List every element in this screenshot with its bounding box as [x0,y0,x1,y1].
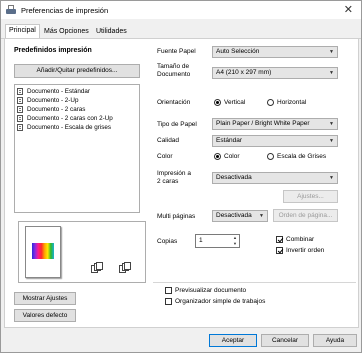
chevron-down-icon: ▼ [329,121,334,127]
color-grayscale-label: Escala de Grises [277,153,327,160]
preset-label: Documento - 2 caras [27,106,86,113]
printer-icon [6,5,16,15]
multipage-label: Multi páginas [157,213,196,220]
preset-label: Documento - Estándar [27,88,90,95]
defaults-button[interactable]: Valores defecto [14,309,76,322]
copies-label: Copias [157,238,178,245]
chevron-down-icon: ▼ [329,49,334,55]
window-title: Preferencias de impresión [21,5,109,15]
print-preferences-window: Preferencias de impresión ✕ Principal Má… [0,0,362,353]
reverse-order-checkbox[interactable] [276,247,283,254]
copies-input[interactable]: 1 ▲ ▼ [195,234,240,248]
print-preview-checkbox[interactable] [165,287,172,294]
divider [153,282,356,283]
collate-checkbox[interactable] [276,236,283,243]
document-icon [17,97,23,104]
document-icon [17,88,23,95]
duplex-settings-button[interactable]: Ajustes... [283,190,338,203]
preset-label: Documento - Escala de grises [27,124,111,131]
quality-select[interactable]: Estándar ▼ [212,135,338,147]
quality-label: Calidad [157,137,180,144]
doc-size-label-1: Tamaño de [157,63,190,70]
multipage-value: Desactivada [216,212,252,219]
job-arranger-label: Organizador simple de trabajos [175,298,266,305]
chevron-down-icon: ▼ [259,213,264,219]
document-icon [17,124,23,131]
tab-bar: Principal Más Opciones Utilidades [1,22,361,40]
list-item[interactable]: Documento - 2 caras con 2-Up [17,114,113,123]
stepper-down-icon[interactable]: ▼ [233,241,237,247]
list-item[interactable]: Documento - Escala de grises [17,123,111,132]
paper-type-label: Tipo de Papel [157,121,197,128]
print-preview-label: Previsualizar documento [175,287,247,294]
color-grayscale-radio[interactable] [267,153,274,160]
title-bar: Preferencias de impresión ✕ [1,1,361,19]
paper-type-value: Plain Paper / Bright White Paper [216,120,310,127]
orientation-vertical-radio[interactable] [214,99,221,106]
orientation-horizontal-radio[interactable] [267,99,274,106]
doc-size-label-2: Documento [157,71,191,78]
color-color-label: Color [224,153,240,160]
reverse-stack-icon [119,262,131,274]
help-button[interactable]: Ayuda [313,334,357,347]
add-remove-presets-button[interactable]: Añadir/Quitar predefinidos... [14,64,140,78]
page-preview [25,226,61,278]
chevron-down-icon: ▼ [329,175,334,181]
paper-source-label: Fuente Papel [157,48,196,55]
paper-source-value: Auto Selección [216,48,260,55]
collate-stack-icon [91,262,103,274]
ok-button[interactable]: Aceptar [209,334,257,347]
close-icon[interactable]: ✕ [344,4,353,16]
show-settings-button[interactable]: Mostrar Ajustes [14,292,76,305]
chevron-down-icon: ▼ [329,138,334,144]
multipage-select[interactable]: Desactivada ▼ [212,210,268,222]
job-arranger-checkbox[interactable] [165,298,172,305]
color-color-radio[interactable] [214,153,221,160]
document-icon [17,115,23,122]
list-item[interactable]: Documento - 2 caras [17,105,85,114]
preset-label: Documento - 2 caras con 2-Up [27,115,113,122]
color-bars-image [32,243,54,259]
reverse-order-label: Invertir orden [286,247,325,254]
copies-value: 1 [199,237,203,244]
quality-value: Estándar [216,137,243,144]
duplex-label-1: Impresión a [157,170,191,177]
color-label: Color [157,153,173,160]
chevron-down-icon: ▼ [329,70,334,76]
document-icon [17,106,23,113]
orientation-label: Orientación [157,99,191,106]
cancel-button[interactable]: Cancelar [261,334,309,347]
duplex-select[interactable]: Desactivada ▼ [212,172,338,184]
list-item[interactable]: Documento - 2-Up [17,96,78,105]
doc-size-value: A4 (210 x 297 mm) [216,69,272,76]
paper-type-select[interactable]: Plain Paper / Bright White Paper ▼ [212,118,338,130]
print-preview-area [18,221,146,283]
list-item[interactable]: Documento - Estándar [17,87,90,96]
collate-label: Combinar [286,236,315,243]
presets-heading: Predefinidos impresión [14,47,92,54]
orientation-vertical-label: Vertical [224,99,246,106]
presets-list[interactable]: Documento - Estándar Documento - 2-Up Do… [14,84,140,213]
duplex-label-2: 2 caras [157,178,179,185]
orientation-horizontal-label: Horizontal [277,99,307,106]
paper-source-select[interactable]: Auto Selección ▼ [212,46,338,58]
preset-label: Documento - 2-Up [27,97,79,104]
duplex-value: Desactivada [216,174,252,181]
doc-size-select[interactable]: A4 (210 x 297 mm) ▼ [212,67,338,79]
page-order-button[interactable]: Orden de página... [273,209,338,222]
